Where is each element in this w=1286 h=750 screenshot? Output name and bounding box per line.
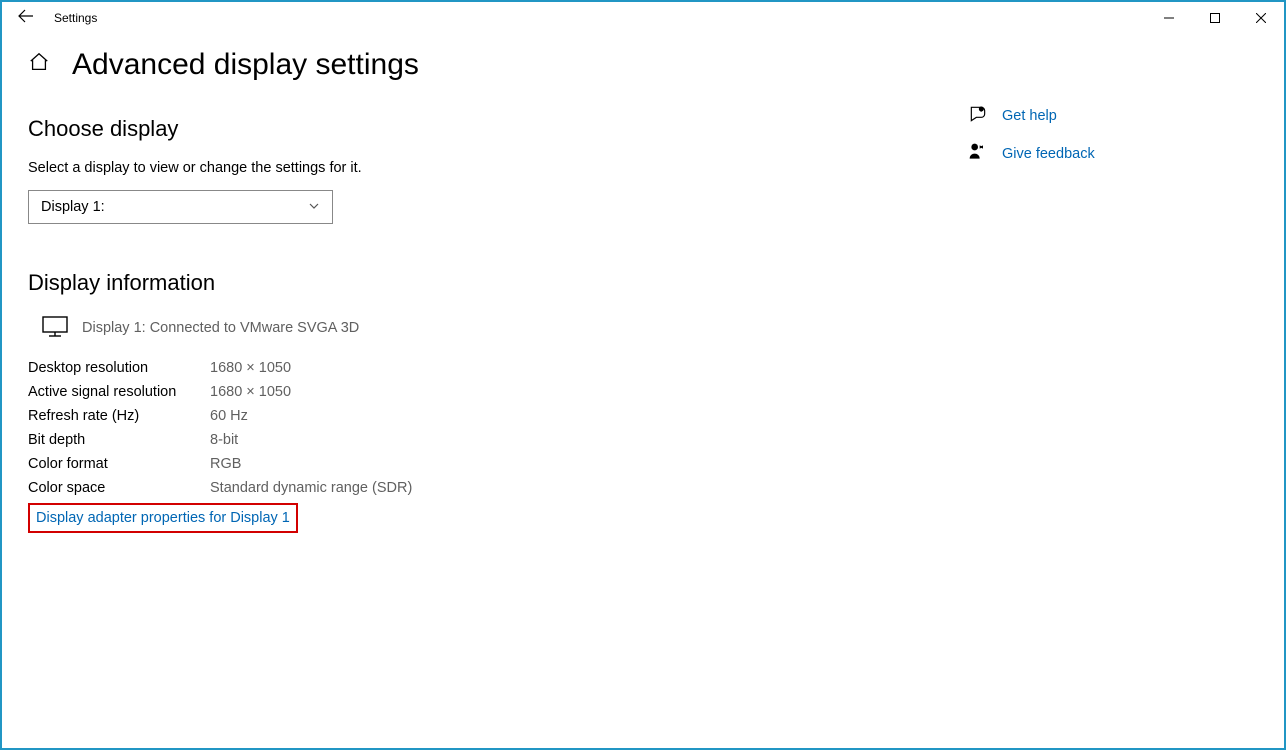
display-info-heading: Display information — [28, 270, 968, 296]
choose-display-heading: Choose display — [28, 116, 968, 142]
spec-value: 60 Hz — [210, 408, 248, 424]
give-feedback-link[interactable]: Give feedback — [968, 142, 1258, 166]
close-button[interactable] — [1238, 2, 1284, 34]
spec-row: Color format RGB — [28, 452, 968, 476]
spec-value: 8-bit — [210, 432, 238, 448]
get-help-link[interactable]: ? Get help — [968, 104, 1258, 128]
spec-row: Active signal resolution 1680 × 1050 — [28, 380, 968, 404]
spec-value: 1680 × 1050 — [210, 360, 291, 376]
give-feedback-text: Give feedback — [1002, 146, 1095, 162]
monitor-label: Display 1: Connected to VMware SVGA 3D — [82, 320, 359, 338]
spec-row: Desktop resolution 1680 × 1050 — [28, 356, 968, 380]
spec-label: Refresh rate (Hz) — [28, 408, 210, 424]
page-heading: Advanced display settings — [72, 48, 419, 82]
spec-label: Bit depth — [28, 432, 210, 448]
maximize-button[interactable] — [1192, 2, 1238, 34]
help-icon: ? — [968, 104, 988, 128]
spec-row: Refresh rate (Hz) 60 Hz — [28, 404, 968, 428]
minimize-icon — [1164, 13, 1174, 23]
highlight-annotation: Display adapter properties for Display 1 — [28, 503, 298, 533]
spec-label: Color format — [28, 456, 210, 472]
spec-value: RGB — [210, 456, 241, 472]
spec-label: Color space — [28, 480, 210, 496]
adapter-properties-link[interactable]: Display adapter properties for Display 1 — [36, 510, 290, 526]
home-icon[interactable] — [28, 51, 50, 79]
window-title: Settings — [50, 11, 97, 25]
minimize-button[interactable] — [1146, 2, 1192, 34]
monitor-icon — [42, 316, 68, 338]
spec-value: Standard dynamic range (SDR) — [210, 480, 412, 496]
spec-value: 1680 × 1050 — [210, 384, 291, 400]
spec-label: Desktop resolution — [28, 360, 210, 376]
choose-display-subtext: Select a display to view or change the s… — [28, 160, 968, 176]
display-select[interactable]: Display 1: — [28, 190, 333, 224]
feedback-icon — [968, 142, 988, 166]
display-select-value: Display 1: — [41, 199, 105, 215]
get-help-text: Get help — [1002, 108, 1057, 124]
spec-row: Bit depth 8-bit — [28, 428, 968, 452]
back-button[interactable] — [2, 8, 50, 28]
close-icon — [1256, 13, 1266, 23]
spec-label: Active signal resolution — [28, 384, 210, 400]
spec-row: Color space Standard dynamic range (SDR) — [28, 476, 968, 500]
back-arrow-icon — [18, 8, 34, 24]
maximize-icon — [1210, 13, 1220, 23]
chevron-down-icon — [308, 200, 320, 215]
